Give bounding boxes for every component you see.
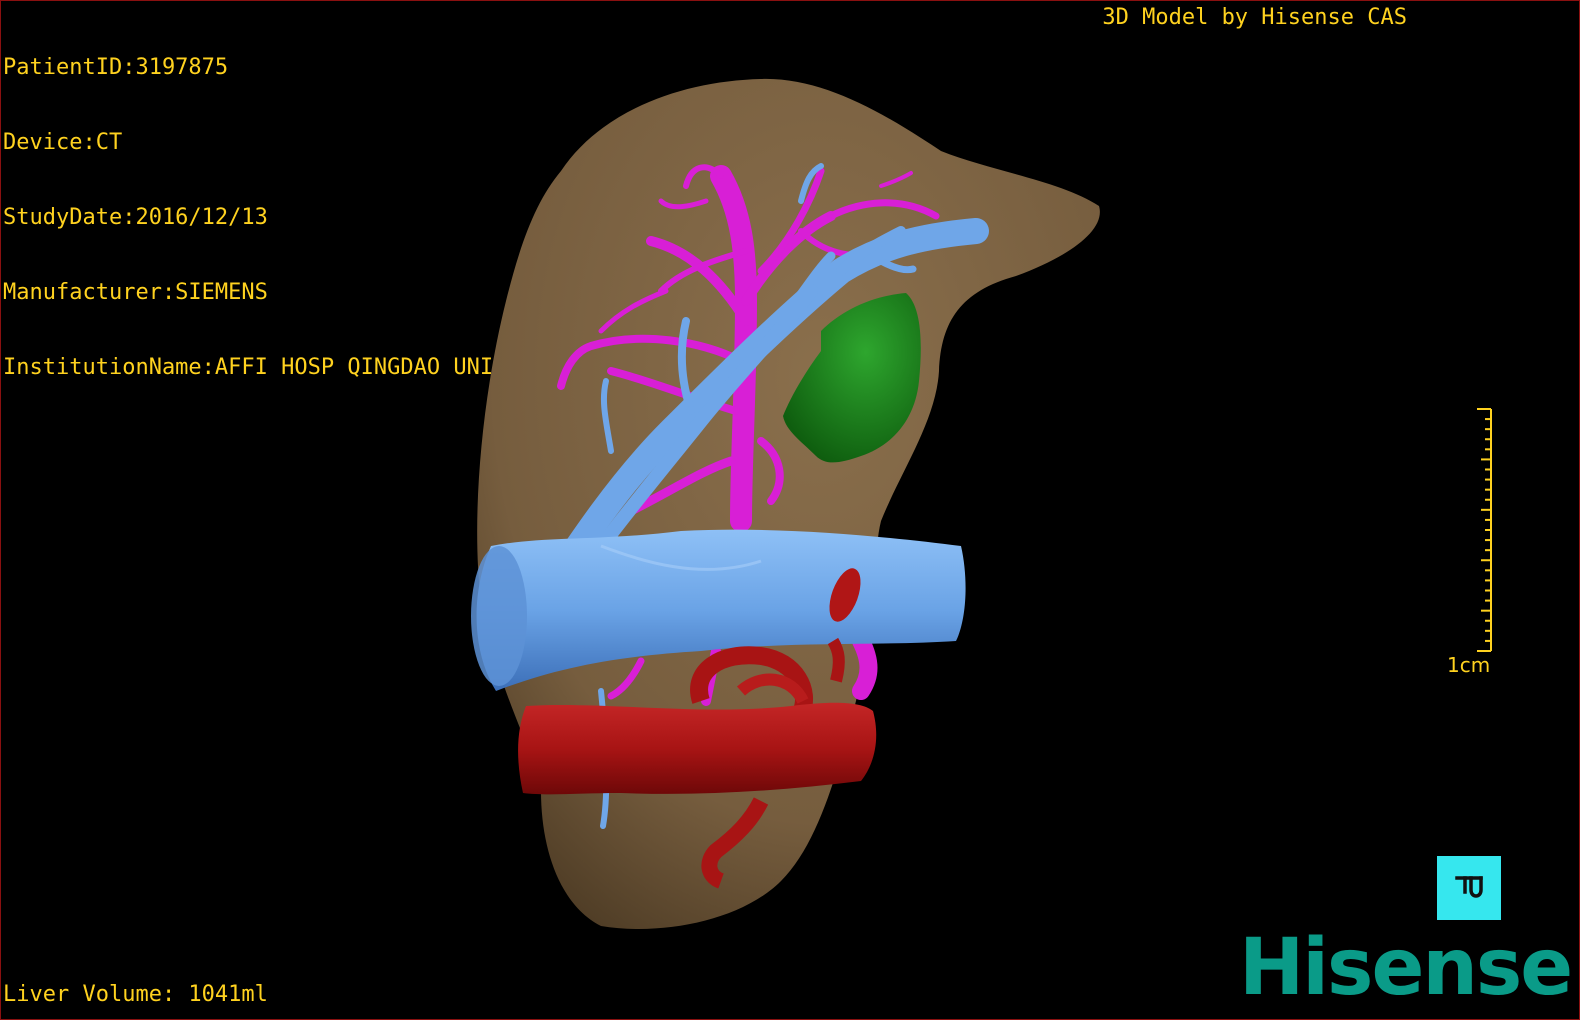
3d-viewport[interactable]: PatientID:3197875 Device:CT StudyDate:20…	[0, 0, 1580, 1020]
scale-bar-label: 1cm	[1447, 653, 1491, 677]
orientation-cube-button[interactable]	[1437, 856, 1501, 920]
patient-id-label: PatientID:3197875	[3, 55, 229, 80]
manufacturer-label: Manufacturer:SIEMENS	[3, 280, 268, 305]
liver-surface	[477, 78, 1100, 929]
model-credit: 3D Model by Hisense CAS	[1102, 5, 1407, 30]
patient-info-overlay: PatientID:3197875 Device:CT StudyDate:20…	[3, 5, 493, 430]
hisense-logo: Hisense	[1239, 923, 1573, 1013]
scale-bar	[1477, 408, 1492, 652]
device-label: Device:CT	[3, 130, 123, 155]
liver-volume-label: Liver Volume: 1041ml	[3, 982, 268, 1007]
study-date-label: StudyDate:2016/12/13	[3, 205, 268, 230]
orientation-cube-icon	[1455, 876, 1483, 898]
institution-label: InstitutionName:AFFI HOSP QINGDAO UNI	[3, 355, 494, 380]
